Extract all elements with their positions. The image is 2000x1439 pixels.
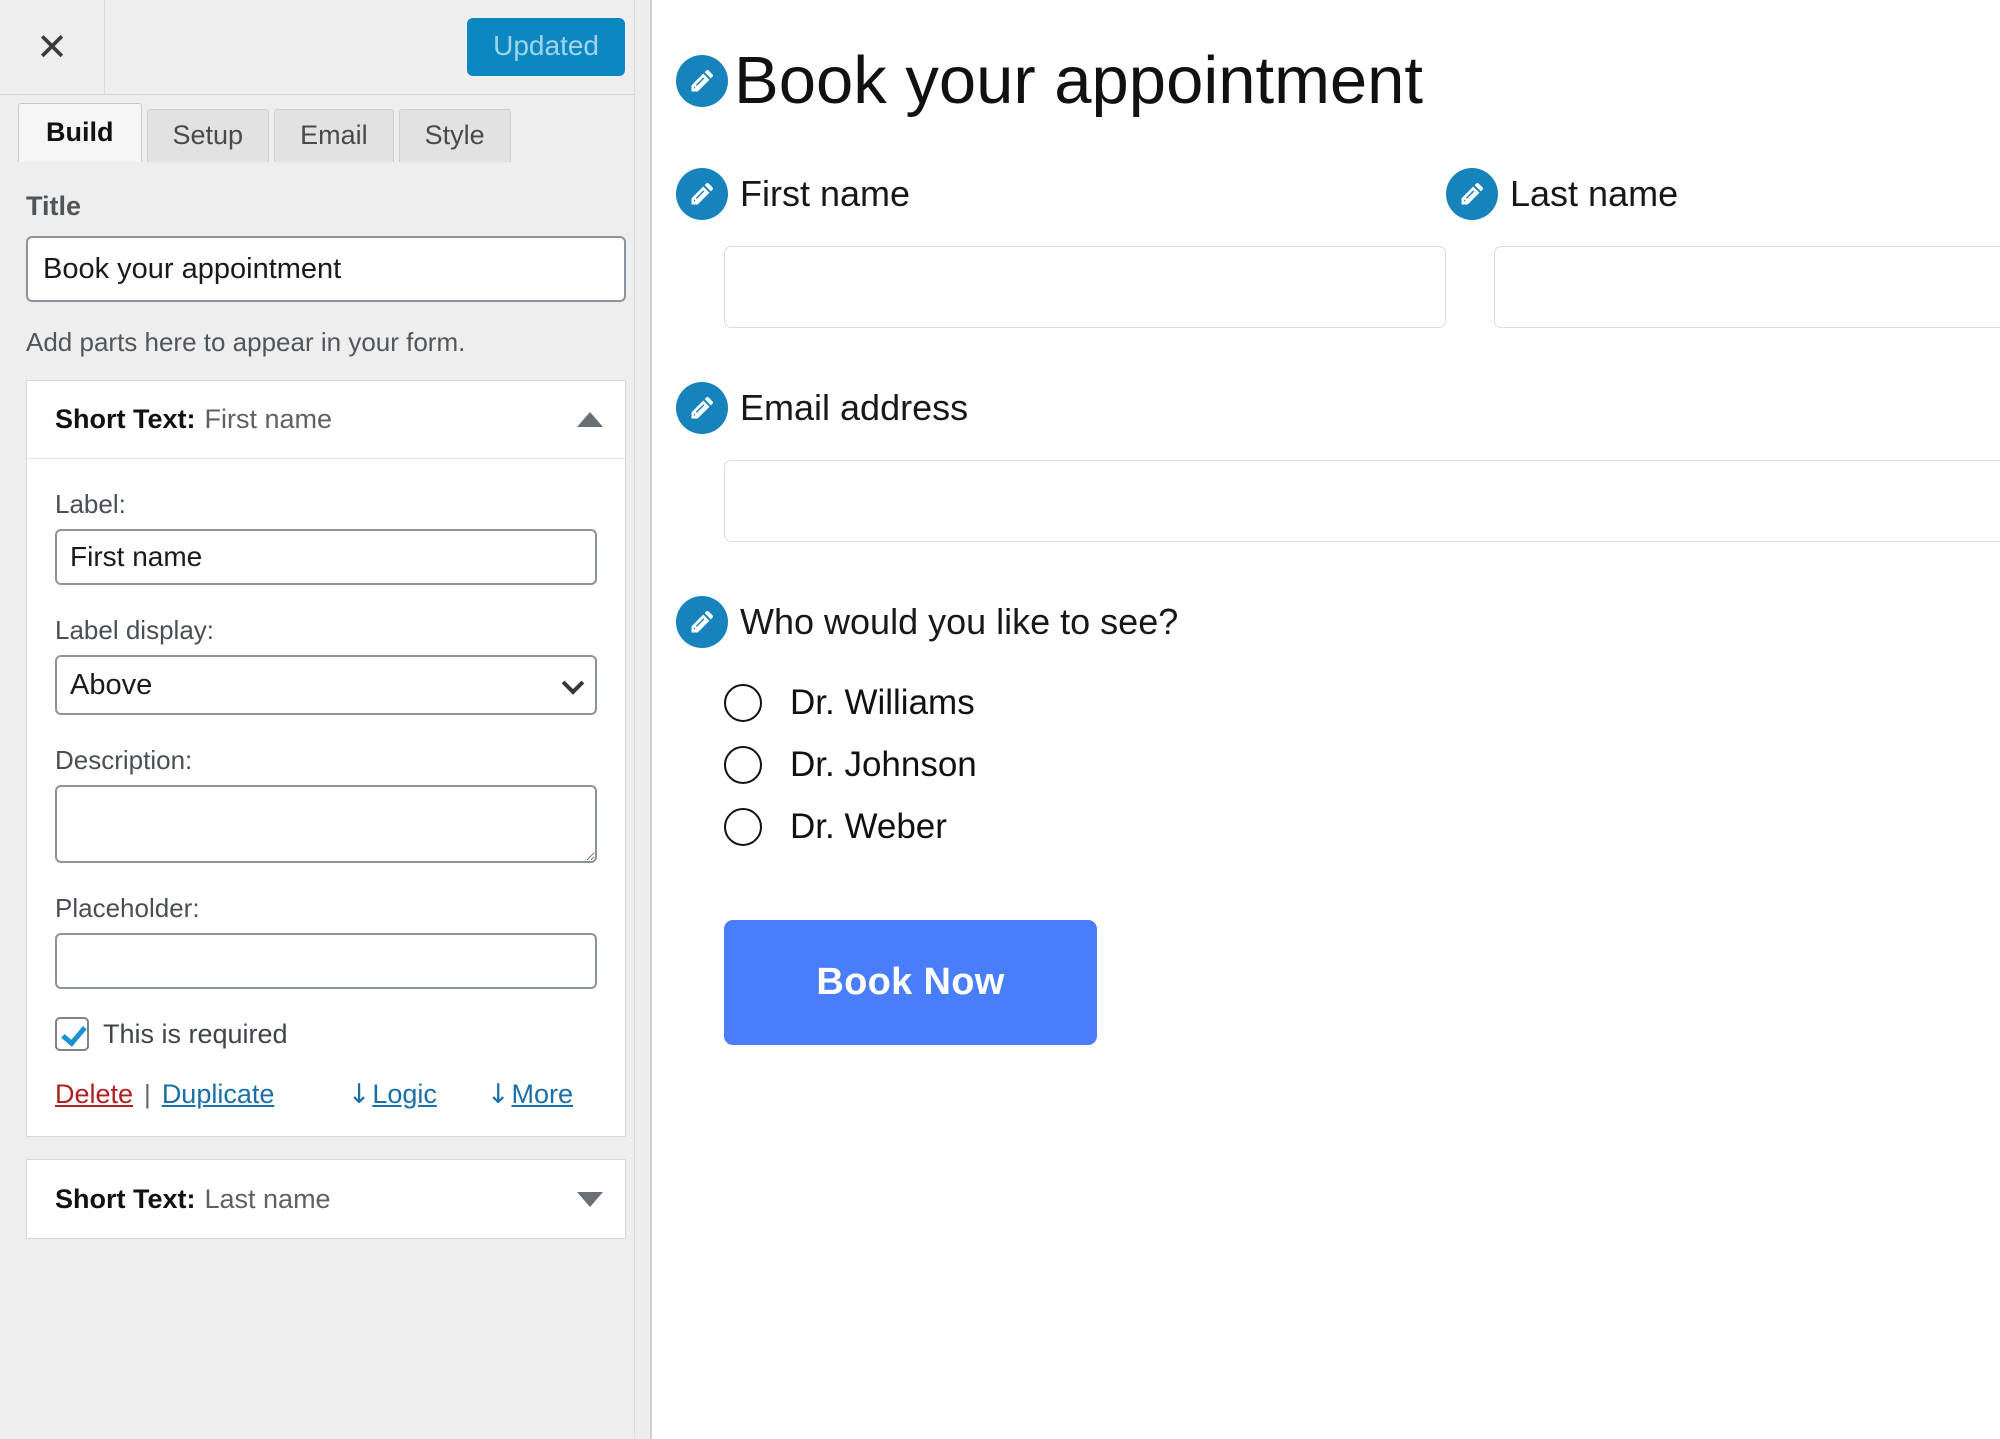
tab-style[interactable]: Style — [398, 109, 511, 162]
part-body-first-name: Label: Label display: Above Description: — [27, 459, 625, 1136]
first-name-label: First name — [740, 173, 911, 214]
form-preview: Book your appointment First name Last na… — [652, 0, 2000, 1439]
name-fields-row: First name Last name — [676, 168, 2000, 328]
part-name-label: First name — [204, 404, 333, 434]
more-link[interactable]: More — [511, 1079, 573, 1110]
logic-link[interactable]: Logic — [372, 1079, 437, 1110]
form-title-input[interactable] — [26, 236, 626, 302]
email-label-row: Email address — [676, 382, 2000, 434]
chevron-down-icon[interactable] — [577, 1191, 603, 1207]
email-field-group: Email address — [676, 382, 2000, 542]
field-label-caption: Label: — [55, 489, 126, 519]
first-name-field-group: First name — [676, 168, 1446, 328]
radio-label: Dr. Weber — [790, 807, 947, 846]
email-input[interactable] — [724, 460, 2000, 542]
pencil-icon[interactable] — [676, 55, 728, 107]
description-caption: Description: — [55, 745, 193, 775]
sidebar-body: Title Add parts here to appear in your f… — [0, 191, 652, 1439]
pencil-icon[interactable] — [676, 382, 728, 434]
radio-label: Dr. Williams — [790, 683, 975, 722]
pencil-icon[interactable] — [676, 168, 728, 220]
delete-link[interactable]: Delete — [55, 1079, 133, 1110]
radio-option-weber[interactable]: Dr. Weber — [724, 796, 2000, 858]
close-button[interactable]: ✕ — [0, 0, 105, 95]
form-builder-app: ✕ Updated Build Setup Email Style Title … — [0, 0, 2000, 1439]
duplicate-link[interactable]: Duplicate — [162, 1079, 275, 1110]
page-title: Book your appointment — [734, 43, 1424, 118]
arrow-down-icon: ↓ — [347, 1079, 371, 1110]
email-label: Email address — [740, 387, 969, 428]
title-section-label: Title — [26, 191, 82, 221]
parts-hint: Add parts here to appear in your form. — [26, 327, 466, 357]
part-actions-row: Delete | Duplicate ↓ Logic ↓ More — [55, 1061, 597, 1136]
label-display-caption: Label display: — [55, 615, 214, 645]
arrow-down-icon: ↓ — [486, 1079, 510, 1110]
last-name-field-group: Last name — [1446, 168, 2000, 328]
part-name-label: Last name — [204, 1183, 331, 1214]
part-card-last-name: Short Text: Last name — [26, 1159, 626, 1239]
book-now-button[interactable]: Book Now — [724, 920, 1097, 1045]
close-icon: ✕ — [36, 25, 68, 69]
pencil-icon[interactable] — [676, 596, 728, 648]
more-group[interactable]: ↓ More — [487, 1079, 597, 1110]
chevron-up-icon[interactable] — [577, 412, 603, 427]
last-name-input[interactable] — [1494, 246, 2000, 328]
builder-tabs: Build Setup Email Style — [0, 95, 652, 162]
placeholder-caption: Placeholder: — [55, 893, 200, 923]
preview-title-row: Book your appointment — [676, 47, 2000, 114]
pencil-icon[interactable] — [1446, 168, 1498, 220]
field-label-input[interactable] — [55, 529, 597, 585]
placeholder-input[interactable] — [55, 933, 597, 989]
part-actions-right: ↓ Logic ↓ More — [322, 1079, 597, 1110]
doctor-question-row: Who would you like to see? — [676, 596, 2000, 648]
label-display-wrap: Above — [55, 655, 597, 715]
first-name-label-row: First name — [676, 168, 1446, 220]
tab-setup[interactable]: Setup — [146, 109, 270, 162]
radio-icon[interactable] — [724, 684, 762, 722]
part-type-label: Short Text: — [55, 404, 196, 434]
radio-option-williams[interactable]: Dr. Williams — [724, 672, 2000, 734]
radio-icon[interactable] — [724, 746, 762, 784]
doctor-radio-group: Dr. Williams Dr. Johnson Dr. Weber — [724, 672, 2000, 858]
updated-button[interactable]: Updated — [467, 18, 625, 76]
doctor-question-label: Who would you like to see? — [740, 601, 1179, 642]
tab-email[interactable]: Email — [274, 109, 394, 162]
part-card-first-name: Short Text: First name Label: Label disp… — [26, 380, 626, 1137]
sidebar-topbar: ✕ Updated — [0, 0, 652, 95]
last-name-label-row: Last name — [1446, 168, 2000, 220]
radio-icon[interactable] — [724, 808, 762, 846]
description-textarea[interactable] — [55, 785, 597, 863]
required-checkbox[interactable] — [55, 1017, 89, 1051]
part-type-label: Short Text: — [55, 1183, 196, 1214]
required-row[interactable]: This is required — [55, 1017, 597, 1051]
first-name-input[interactable] — [724, 246, 1446, 328]
radio-option-johnson[interactable]: Dr. Johnson — [724, 734, 2000, 796]
required-label: This is required — [103, 1018, 288, 1049]
doctor-choice-group: Who would you like to see? Dr. Williams … — [676, 596, 2000, 858]
radio-label: Dr. Johnson — [790, 745, 977, 784]
part-header-last-name[interactable]: Short Text: Last name — [27, 1160, 625, 1238]
action-separator: | — [144, 1079, 151, 1109]
tab-build[interactable]: Build — [18, 103, 142, 162]
part-header-first-name[interactable]: Short Text: First name — [27, 381, 625, 459]
label-display-select[interactable]: Above — [55, 655, 597, 715]
logic-group[interactable]: ↓ Logic — [348, 1079, 461, 1110]
last-name-label: Last name — [1510, 173, 1679, 214]
builder-sidebar: ✕ Updated Build Setup Email Style Title … — [0, 0, 652, 1439]
